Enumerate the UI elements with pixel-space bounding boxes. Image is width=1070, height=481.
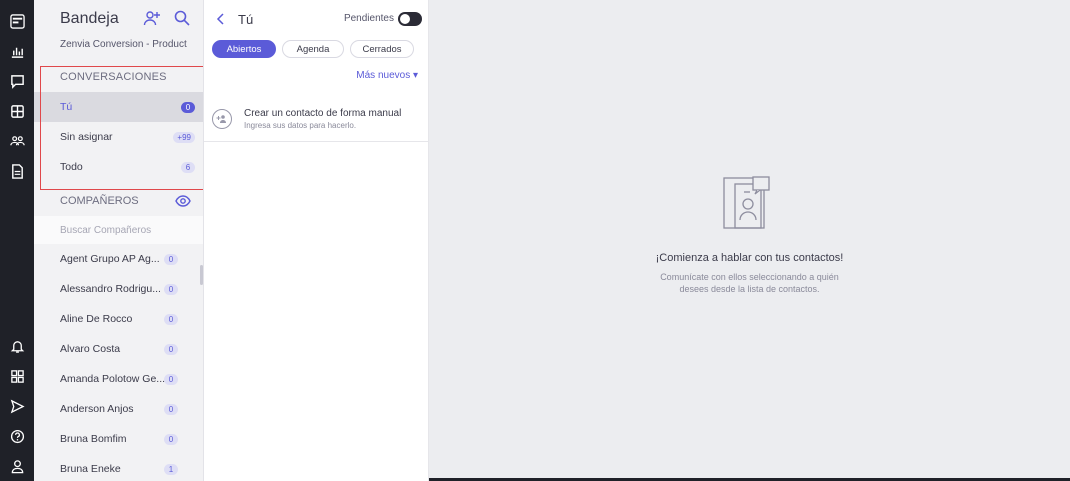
- user-icon[interactable]: [0, 451, 34, 481]
- companions-scrollbar[interactable]: [200, 265, 203, 285]
- companion-name: Aline De Rocco: [60, 313, 133, 325]
- bell-icon[interactable]: [0, 331, 34, 361]
- add-contact-icon[interactable]: [143, 9, 161, 32]
- inbox-panel: Bandeja Zenvia Conversion - Product CONV…: [34, 0, 204, 481]
- companion-item[interactable]: Amanda Polotow Ge... 0: [34, 364, 203, 394]
- count-badge: 0: [164, 253, 178, 265]
- companion-name: Alessandro Rodrigu...: [60, 283, 161, 295]
- companion-item[interactable]: Bruna Bomfim 0: [34, 424, 203, 454]
- count-badge: 0: [164, 433, 178, 445]
- side-rail: [0, 0, 34, 481]
- inbox-title: Bandeja: [60, 10, 119, 27]
- search-icon[interactable]: [173, 9, 191, 32]
- companion-name: Agent Grupo AP Ag...: [60, 253, 160, 265]
- count-badge: 0: [164, 283, 178, 295]
- count-badge: 1: [164, 463, 178, 475]
- companion-item[interactable]: Alessandro Rodrigu... 0: [34, 274, 203, 304]
- create-contact-item[interactable]: Crear un contacto de forma manual Ingres…: [204, 96, 428, 142]
- count-badge: 0: [164, 373, 178, 385]
- empty-state-title: ¡Comienza a hablar con tus contactos!: [655, 252, 844, 264]
- companion-name: Amanda Polotow Ge...: [60, 373, 166, 385]
- grid-icon[interactable]: [0, 96, 34, 126]
- document-icon[interactable]: [0, 156, 34, 186]
- status-tabs: Abiertos Agenda Cerrados: [204, 40, 428, 62]
- list-header: Tú Pendientes: [204, 0, 428, 38]
- companion-item[interactable]: Anderson Anjos 0: [34, 394, 203, 424]
- list-title: Tú: [238, 11, 254, 27]
- back-icon[interactable]: [214, 12, 228, 26]
- eye-icon[interactable]: [175, 194, 191, 211]
- create-contact-subtitle: Ingresa sus datos para hacerlo.: [244, 120, 357, 130]
- tab-closed[interactable]: Cerrados: [350, 40, 414, 58]
- app: Bandeja Zenvia Conversion - Product CONV…: [0, 0, 1070, 481]
- bar-chart-icon[interactable]: [0, 36, 34, 66]
- empty-state-subtitle-line: Comunícate con ellos seleccionando a qui…: [660, 272, 839, 282]
- tab-open[interactable]: Abiertos: [212, 40, 276, 58]
- add-person-icon: [212, 108, 232, 129]
- companions-search-input[interactable]: Buscar Compañeros: [34, 216, 203, 244]
- companion-name: Alvaro Costa: [60, 343, 121, 355]
- zenvia-logo-icon[interactable]: [0, 6, 34, 36]
- companion-name: Bruna Eneke: [60, 463, 121, 475]
- chat-icon[interactable]: [0, 66, 34, 96]
- count-badge: 0: [164, 403, 178, 415]
- companion-name: Anderson Anjos: [60, 403, 134, 415]
- companion-item[interactable]: Bruna Eneke 1: [34, 454, 203, 481]
- count-badge: 0: [164, 313, 178, 325]
- companions-title: COMPAÑEROS: [60, 195, 139, 207]
- contact-card-icon: [723, 176, 770, 229]
- help-icon[interactable]: [0, 421, 34, 451]
- organization-name: Zenvia Conversion - Product: [60, 39, 187, 50]
- team-icon[interactable]: [0, 126, 34, 156]
- inbox-header: Bandeja: [34, 0, 203, 38]
- apps-icon[interactable]: [0, 361, 34, 391]
- pending-label: Pendientes: [343, 13, 394, 24]
- empty-state-subtitle-line: desees desde la lista de contactos.: [679, 284, 820, 294]
- send-icon[interactable]: [0, 391, 34, 421]
- empty-state-subtitle: Comunícate con ellos seleccionando a qui…: [429, 271, 1070, 295]
- empty-state-panel: ¡Comienza a hablar con tus contactos! Co…: [429, 0, 1070, 481]
- companions-search-placeholder: Buscar Compañeros: [60, 224, 152, 236]
- tab-schedule[interactable]: Agenda: [282, 40, 344, 58]
- companions-header: COMPAÑEROS: [34, 186, 203, 216]
- companion-item[interactable]: Aline De Rocco 0: [34, 304, 203, 334]
- sort-dropdown[interactable]: Más nuevos ▾: [356, 70, 418, 81]
- companion-item[interactable]: Alvaro Costa 0: [34, 334, 203, 364]
- companion-item[interactable]: Agent Grupo AP Ag... 0: [34, 244, 203, 274]
- create-contact-title: Crear un contacto de forma manual: [244, 107, 402, 119]
- conversation-list-panel: Tú Pendientes Abiertos Agenda Cerrados M…: [204, 0, 429, 481]
- count-badge: 0: [164, 343, 178, 355]
- conversations-highlight-box: [40, 66, 203, 190]
- pending-toggle[interactable]: [398, 12, 422, 26]
- companion-name: Bruna Bomfim: [60, 433, 127, 445]
